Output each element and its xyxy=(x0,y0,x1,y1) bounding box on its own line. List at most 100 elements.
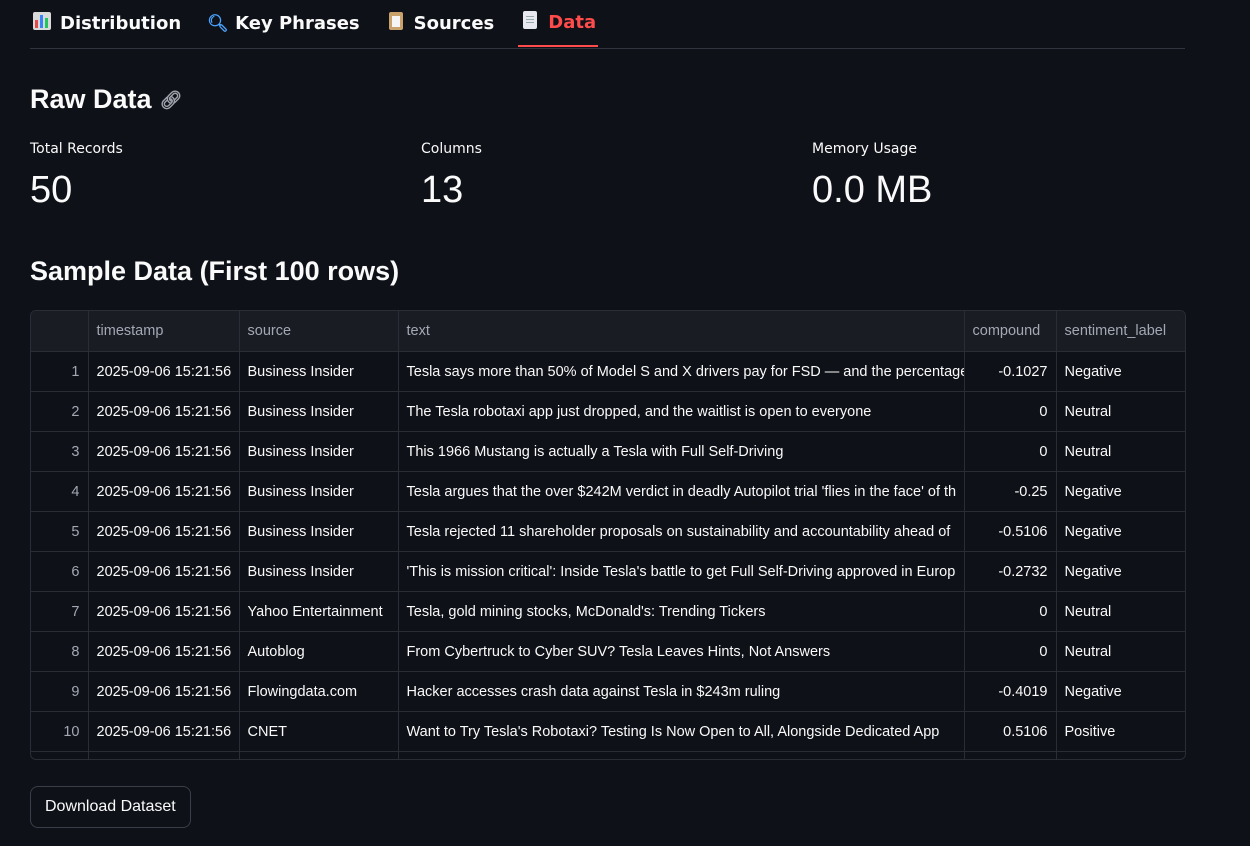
column-header-source[interactable]: source xyxy=(239,311,399,352)
tab-data[interactable]: Data xyxy=(518,0,599,47)
timestamp-cell[interactable]: 2025-09-06 15:21:56 xyxy=(88,591,240,632)
source-cell[interactable]: Business Insider xyxy=(239,391,399,432)
source-cell[interactable]: Business Insider xyxy=(239,351,399,392)
tab-key-phrases[interactable]: 🔍︎ Key Phrases xyxy=(205,0,362,47)
table-row[interactable]: 4 2025-09-06 15:21:56 Business Insider Tesl… xyxy=(31,471,1185,512)
timestamp-cell[interactable]: 2025-09-06 15:21:56 xyxy=(88,511,240,552)
column-header-sentiment-label[interactable]: sentiment_label xyxy=(1056,311,1185,352)
table-row[interactable]: 9 2025-09-06 15:21:56 Flowingdata.com Hacke… xyxy=(31,671,1185,712)
table-row[interactable]: 5 2025-09-06 15:21:56 Business Insider Tesl… xyxy=(31,511,1185,552)
source-cell[interactable]: Business Insider xyxy=(239,511,399,552)
sentiment-cell[interactable]: Neutral xyxy=(1056,631,1185,672)
sentiment-cell[interactable]: Neutral xyxy=(1056,391,1185,432)
compound-cell[interactable]: -0.5106 xyxy=(964,511,1057,552)
row-index[interactable]: 2 xyxy=(31,391,89,432)
compound-cell[interactable]: -0.1027 xyxy=(964,351,1057,392)
table-row[interactable] xyxy=(31,751,1185,759)
text-cell[interactable]: Tesla rejected 11 shareholder proposals … xyxy=(398,511,965,552)
metric-value: 50 xyxy=(30,169,73,211)
timestamp-cell[interactable]: 2025-09-06 15:21:56 xyxy=(88,431,240,472)
sentiment-cell[interactable]: Positive xyxy=(1056,711,1185,752)
source-cell[interactable]: Autoblog xyxy=(239,631,399,672)
compound-cell[interactable]: 0 xyxy=(964,391,1057,432)
table-row[interactable]: 6 2025-09-06 15:21:56 Business Insider 'Thi… xyxy=(31,551,1185,592)
text-cell[interactable]: 'This is mission critical': Inside Tesla… xyxy=(398,551,965,592)
table-row[interactable]: 7 2025-09-06 15:21:56 Yahoo Entertainment T… xyxy=(31,591,1185,632)
sentiment-cell[interactable]: Negative xyxy=(1056,551,1185,592)
tab-label: Distribution xyxy=(60,13,182,34)
source-cell[interactable]: Business Insider xyxy=(239,471,399,512)
text-cell[interactable]: Tesla says more than 50% of Model S and … xyxy=(398,351,965,392)
tab-bar: Distribution 🔍︎ Key Phrases Sources Data xyxy=(30,0,1185,49)
text-cell[interactable]: From Cybertruck to Cyber SUV? Tesla Leav… xyxy=(398,631,965,672)
raw-data-title: Raw Data xyxy=(30,84,152,114)
text-cell[interactable]: Tesla argues that the over $242M verdict… xyxy=(398,471,965,512)
compound-cell[interactable]: -0.4019 xyxy=(964,671,1057,712)
text-cell[interactable]: The Tesla robotaxi app just dropped, and… xyxy=(398,391,965,432)
source-cell[interactable]: Business Insider xyxy=(239,551,399,592)
metric-memory-usage: Memory Usage 0.0 MB xyxy=(812,141,932,212)
timestamp-cell[interactable] xyxy=(88,751,240,759)
table-row[interactable]: 3 2025-09-06 15:21:56 Business Insider This… xyxy=(31,431,1185,472)
source-cell[interactable] xyxy=(239,751,399,759)
metric-value: 0.0 MB xyxy=(812,169,933,211)
source-cell[interactable]: Flowingdata.com xyxy=(239,671,399,712)
sentiment-cell[interactable]: Negative xyxy=(1056,351,1185,392)
column-header-timestamp[interactable]: timestamp xyxy=(88,311,240,352)
row-index[interactable] xyxy=(31,751,89,759)
column-header-text[interactable]: text xyxy=(398,311,965,352)
row-index[interactable]: 4 xyxy=(31,471,89,512)
compound-cell[interactable]: -0.25 xyxy=(964,471,1057,512)
table-row[interactable]: 10 2025-09-06 15:21:56 CNET Want to Try Tes… xyxy=(31,711,1185,752)
data-table[interactable]: timestamp source text compound sentiment_lab… xyxy=(30,310,1186,760)
text-cell[interactable]: Hacker accesses crash data against Tesla… xyxy=(398,671,965,712)
compound-cell[interactable]: -0.2732 xyxy=(964,551,1057,592)
row-index[interactable]: 5 xyxy=(31,511,89,552)
row-index[interactable]: 3 xyxy=(31,431,89,472)
timestamp-cell[interactable]: 2025-09-06 15:21:56 xyxy=(88,671,240,712)
timestamp-cell[interactable]: 2025-09-06 15:21:56 xyxy=(88,631,240,672)
sentiment-cell[interactable]: Neutral xyxy=(1056,591,1185,632)
compound-cell[interactable]: 0.5106 xyxy=(964,711,1057,752)
row-index[interactable]: 10 xyxy=(31,711,89,752)
metric-value: 13 xyxy=(421,169,464,211)
timestamp-cell[interactable]: 2025-09-06 15:21:56 xyxy=(88,391,240,432)
download-dataset-button[interactable]: Download Dataset xyxy=(30,786,191,828)
timestamp-cell[interactable]: 2025-09-06 15:21:56 xyxy=(88,351,240,392)
text-cell[interactable]: Want to Try Tesla's Robotaxi? Testing Is… xyxy=(398,711,965,752)
link-icon[interactable]: 🔗︎ xyxy=(160,90,183,110)
compound-cell[interactable] xyxy=(964,751,1057,759)
metric-total-records: Total Records 50 xyxy=(30,141,123,212)
timestamp-cell[interactable]: 2025-09-06 15:21:56 xyxy=(88,711,240,752)
table-header-row: timestamp source text compound sentiment_lab… xyxy=(31,311,1185,352)
tab-distribution[interactable]: Distribution xyxy=(30,0,183,47)
column-header-index[interactable] xyxy=(31,311,89,352)
compound-cell[interactable]: 0 xyxy=(964,591,1057,632)
source-cell[interactable]: Business Insider xyxy=(239,431,399,472)
timestamp-cell[interactable]: 2025-09-06 15:21:56 xyxy=(88,471,240,512)
row-index[interactable]: 9 xyxy=(31,671,89,712)
row-index[interactable]: 1 xyxy=(31,351,89,392)
source-cell[interactable]: CNET xyxy=(239,711,399,752)
compound-cell[interactable]: 0 xyxy=(964,631,1057,672)
row-index[interactable]: 7 xyxy=(31,591,89,632)
text-cell[interactable] xyxy=(398,751,965,759)
tab-label: Key Phrases xyxy=(235,13,360,34)
table-row[interactable]: 1 2025-09-06 15:21:56 Business Insider Tesl… xyxy=(31,351,1185,392)
row-index[interactable]: 6 xyxy=(31,551,89,592)
timestamp-cell[interactable]: 2025-09-06 15:21:56 xyxy=(88,551,240,592)
sentiment-cell[interactable]: Neutral xyxy=(1056,431,1185,472)
column-header-compound[interactable]: compound xyxy=(964,311,1057,352)
table-row[interactable]: 2 2025-09-06 15:21:56 Business Insider The … xyxy=(31,391,1185,432)
text-cell[interactable]: Tesla, gold mining stocks, McDonald's: T… xyxy=(398,591,965,632)
sentiment-cell[interactable]: Negative xyxy=(1056,671,1185,712)
sentiment-cell[interactable]: Negative xyxy=(1056,471,1185,512)
source-cell[interactable]: Yahoo Entertainment xyxy=(239,591,399,632)
row-index[interactable]: 8 xyxy=(31,631,89,672)
tab-sources[interactable]: Sources xyxy=(384,0,497,47)
sentiment-cell[interactable] xyxy=(1056,751,1185,759)
compound-cell[interactable]: 0 xyxy=(964,431,1057,472)
sentiment-cell[interactable]: Negative xyxy=(1056,511,1185,552)
text-cell[interactable]: This 1966 Mustang is actually a Tesla wi… xyxy=(398,431,965,472)
table-row[interactable]: 8 2025-09-06 15:21:56 Autoblog From Cybertr… xyxy=(31,631,1185,672)
